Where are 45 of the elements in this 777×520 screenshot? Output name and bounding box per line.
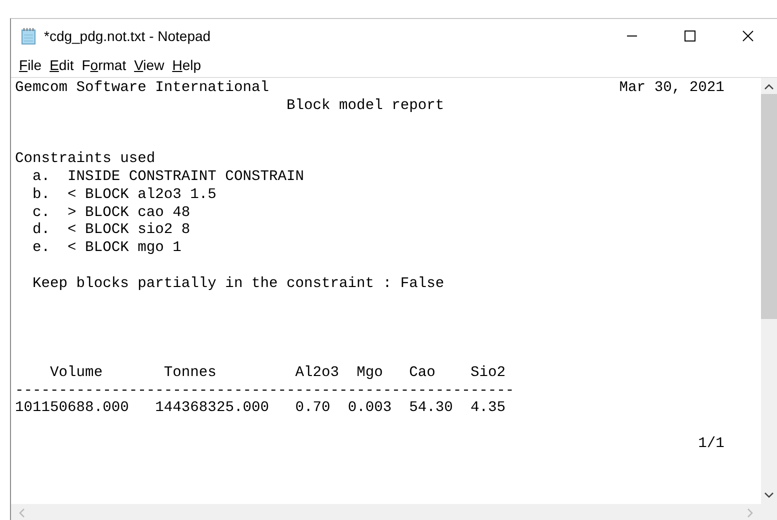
vertical-scrollbar[interactable] (761, 78, 777, 504)
report-text: 54.30 (409, 400, 453, 416)
scrollbar-thumb[interactable] (761, 94, 777, 319)
menu-item[interactable]: Edit (48, 55, 80, 75)
close-icon (742, 30, 754, 42)
report-text: --------------------------------------------------------- (15, 382, 514, 399)
window-title: *cdg_pdg.not.txt - Notepad (44, 28, 212, 44)
report-text: 4.35 (470, 400, 506, 416)
report-text: Cao (409, 364, 436, 381)
report-text: Keep blocks partially in the constraint : False (32, 276, 444, 292)
menu-item[interactable]: Format (80, 55, 132, 75)
report-text: 0.003 (348, 400, 392, 416)
scroll-right-icon[interactable] (745, 508, 755, 518)
horizontal-scrollbar[interactable] (11, 504, 761, 520)
report-text: Al2o3 (295, 364, 340, 381)
report-text: Gemcom Software International (15, 80, 269, 96)
report-text: < BLOCK sio2 8 (68, 222, 190, 238)
scroll-down-icon[interactable] (764, 490, 774, 500)
report-text: Constraints used (15, 151, 156, 168)
report-text: 1/1 (698, 436, 724, 452)
report-text: > BLOCK cao 48 (68, 204, 190, 221)
report-text: Mgo (356, 364, 383, 381)
report-text: INSIDE CONSTRAINT CONSTRAIN (68, 168, 304, 185)
report-text: Mar 30, 2021 (619, 80, 724, 96)
menu-item[interactable]: View (132, 55, 170, 75)
report-text: c. (32, 204, 50, 221)
report-text: e. (32, 240, 50, 256)
report-text: b. (32, 186, 50, 203)
report-text: Sio2 (470, 364, 506, 381)
report-text: Tonnes (164, 364, 216, 381)
report-text: 101150688.000 (15, 400, 129, 416)
menu-item[interactable]: Help (170, 55, 207, 75)
scroll-left-icon[interactable] (17, 508, 27, 518)
report-text: < BLOCK mgo 1 (68, 240, 182, 256)
notepad-icon (20, 27, 38, 45)
report-text: Block model report (286, 98, 444, 114)
scroll-up-icon[interactable] (764, 82, 774, 92)
report-text: 144368325.000 (155, 400, 269, 416)
report-text: a. (32, 168, 50, 185)
maximize-icon (684, 30, 696, 42)
report-text: 0.70 (295, 400, 330, 416)
report-text: d. (32, 222, 50, 238)
report-text: < BLOCK al2o3 1.5 (68, 186, 216, 203)
report-text: Volume (50, 364, 103, 381)
menu-item[interactable]: File (17, 55, 48, 75)
